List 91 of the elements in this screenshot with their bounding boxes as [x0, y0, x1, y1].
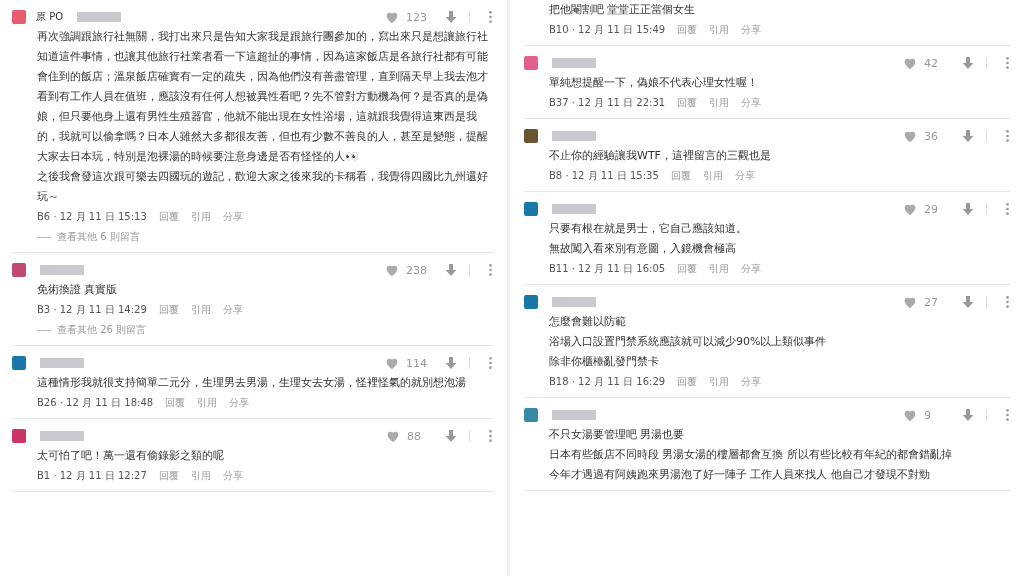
floor-timestamp: B8 · 12 月 11 日 15:35	[549, 169, 659, 183]
action-link[interactable]: 回覆	[677, 23, 698, 37]
comment-text: 太可怕了吧！萬一還有偷錄影之類的呢	[37, 448, 225, 464]
action-link[interactable]: 分享	[222, 469, 243, 483]
action-link[interactable]: 引用	[709, 96, 730, 110]
comment-text: 單純想提醒一下，偽娘不代表心理女性喔！	[549, 75, 759, 91]
more-icon[interactable]	[488, 262, 493, 278]
down-arrow-icon[interactable]	[443, 428, 459, 444]
floor-timestamp: B3 · 12 月 11 日 14:29	[37, 303, 147, 317]
more-icon[interactable]	[488, 355, 493, 371]
like-count: 88	[407, 429, 422, 443]
action-link[interactable]: 分享	[741, 375, 762, 389]
comment-text: 不只女湯要管理吧 男湯也要	[549, 427, 686, 443]
redacted-name-block	[40, 358, 84, 368]
comment-text: 這種情形我就很支持簡單二元分，生理男去男湯，生理女去女湯，怪裡怪氣的就別想泡湯	[37, 375, 467, 391]
comment-text: 之後我會發這次跟可樂去四國玩的遊記，歡迎大家之後來我的卡稱看，我覺得四國比九州還好玩～	[37, 169, 489, 205]
down-arrow-icon[interactable]	[443, 262, 459, 278]
action-link[interactable]: 回覆	[158, 303, 179, 317]
action-link[interactable]: 引用	[190, 469, 211, 483]
floor-timestamp: B10 · 12 月 11 日 15:49	[549, 23, 666, 37]
like-count: 123	[406, 10, 427, 24]
like-count: 114	[406, 356, 427, 370]
like-count: 9	[924, 408, 932, 422]
action-link[interactable]: 回覆	[165, 396, 186, 410]
down-arrow-icon[interactable]	[960, 294, 976, 310]
more-icon[interactable]	[488, 428, 493, 444]
action-link[interactable]: 引用	[197, 396, 218, 410]
redacted-name-block	[552, 204, 596, 214]
comment-text: 日本有些飯店不同時段 男湯女湯的樓層都會互換 所以有些比較有年紀的都會錯亂掉	[549, 447, 953, 463]
action-link[interactable]: 回覆	[158, 210, 179, 224]
more-icon[interactable]	[1005, 55, 1010, 71]
like-count: 27	[924, 295, 939, 309]
action-link[interactable]: 回覆	[677, 375, 698, 389]
redacted-name-block	[552, 297, 596, 307]
action-link[interactable]: 引用	[190, 303, 211, 317]
down-arrow-icon[interactable]	[960, 407, 976, 423]
action-link[interactable]: 分享	[741, 262, 762, 276]
comment-text: 把他閹割吧 堂堂正正當個女生	[549, 2, 697, 18]
comment-text: 不止你的經驗讓我WTF，這裡留言的三觀也是	[549, 148, 772, 164]
action-link[interactable]: 分享	[222, 303, 243, 317]
comment-text: 免術換證 真實版	[37, 282, 119, 298]
down-arrow-icon[interactable]	[960, 128, 976, 144]
redacted-name-block	[552, 410, 596, 420]
action-link[interactable]: 引用	[709, 262, 730, 276]
more-icon[interactable]	[488, 9, 493, 25]
down-arrow-icon[interactable]	[443, 9, 459, 25]
comment-text: 今年才遇過有阿姨跑來男湯泡了好一陣子 工作人員來找人 他自己才發現不對勁	[549, 467, 931, 483]
redacted-name-block	[552, 131, 596, 141]
more-icon[interactable]	[1005, 201, 1010, 217]
action-link[interactable]: 引用	[709, 23, 730, 37]
comment-text: 再次強調跟旅行社無關，我打出來只是告知大家我是跟旅行團參加的，寫出來只是想讓旅行社知道這件事情，也讓其他旅行社業者看一下這超扯的事情，因為這家飯店是各旅行社都有可能會住到的飯店；溫泉飯店確實有一定的疏失，因為他們沒有善盡管理，直到隔天早上我去泡才看到有工作人員在值班，應該沒有任何人想被異性看吧？先不管對方動機為何？是否真的是偽娘，但只要他身上還有男性生殖器官，他就不能出現在女性浴場，這就跟我覺得這東西是我的，我就可以偷拿嗎？日本人雖然大多都很友善，但也有少數不善良的人，甚至是變態，提醒大家去日本玩，特別是泡裸湯的時候要注意身邊是否有怪怪的人👀	[37, 29, 489, 165]
action-link[interactable]: 回覆	[677, 96, 698, 110]
action-link[interactable]: 分享	[222, 210, 243, 224]
comment-text: 浴場入口設置門禁系統應該就可以減少90%以上類似事件	[549, 334, 828, 350]
like-count: 42	[924, 56, 939, 70]
redacted-name-block	[40, 431, 84, 441]
comment-text: 除非你櫃檯亂發門禁卡	[549, 354, 660, 370]
floor-timestamp: B11 · 12 月 11 日 16:05	[549, 262, 666, 276]
comment-text: 怎麼會難以防範	[549, 314, 627, 330]
down-arrow-icon[interactable]	[960, 55, 976, 71]
floor-timestamp: B26 · 12 月 11 日 18:48	[37, 396, 154, 410]
redacted-name-block	[40, 265, 84, 275]
action-link[interactable]: 回覆	[158, 469, 179, 483]
more-icon[interactable]	[1005, 294, 1010, 310]
action-link[interactable]: 回覆	[670, 169, 691, 183]
comment-text: 無故闖入看來別有意圖，入鏡機會極高	[549, 241, 737, 257]
author-name: 原 PO	[36, 10, 64, 24]
redacted-name-block	[552, 58, 596, 68]
view-replies-link[interactable]: 查看其他 26 則留言	[57, 323, 147, 337]
redacted-name-block	[77, 12, 122, 22]
like-count: 29	[924, 202, 939, 216]
comment-text: 只要有根在就是男士，它自己應該知道。	[549, 221, 748, 237]
floor-timestamp: B1 · 12 月 11 日 12:27	[37, 469, 147, 483]
action-link[interactable]: 分享	[229, 396, 250, 410]
floor-timestamp: B37 · 12 月 11 日 22:31	[549, 96, 666, 110]
action-link[interactable]: 引用	[190, 210, 211, 224]
like-count: 238	[406, 263, 427, 277]
view-replies-link[interactable]: 查看其他 6 則留言	[57, 230, 140, 244]
like-count: 36	[924, 129, 939, 143]
action-link[interactable]: 分享	[741, 23, 762, 37]
action-link[interactable]: 分享	[741, 96, 762, 110]
down-arrow-icon[interactable]	[443, 355, 459, 371]
more-icon[interactable]	[1005, 128, 1010, 144]
down-arrow-icon[interactable]	[960, 201, 976, 217]
more-icon[interactable]	[1005, 407, 1010, 423]
floor-timestamp: B6 · 12 月 11 日 15:13	[37, 210, 147, 224]
floor-timestamp: B18 · 12 月 11 日 16:29	[549, 375, 666, 389]
action-link[interactable]: 引用	[702, 169, 723, 183]
action-link[interactable]: 引用	[709, 375, 730, 389]
action-link[interactable]: 回覆	[677, 262, 698, 276]
action-link[interactable]: 分享	[734, 169, 755, 183]
